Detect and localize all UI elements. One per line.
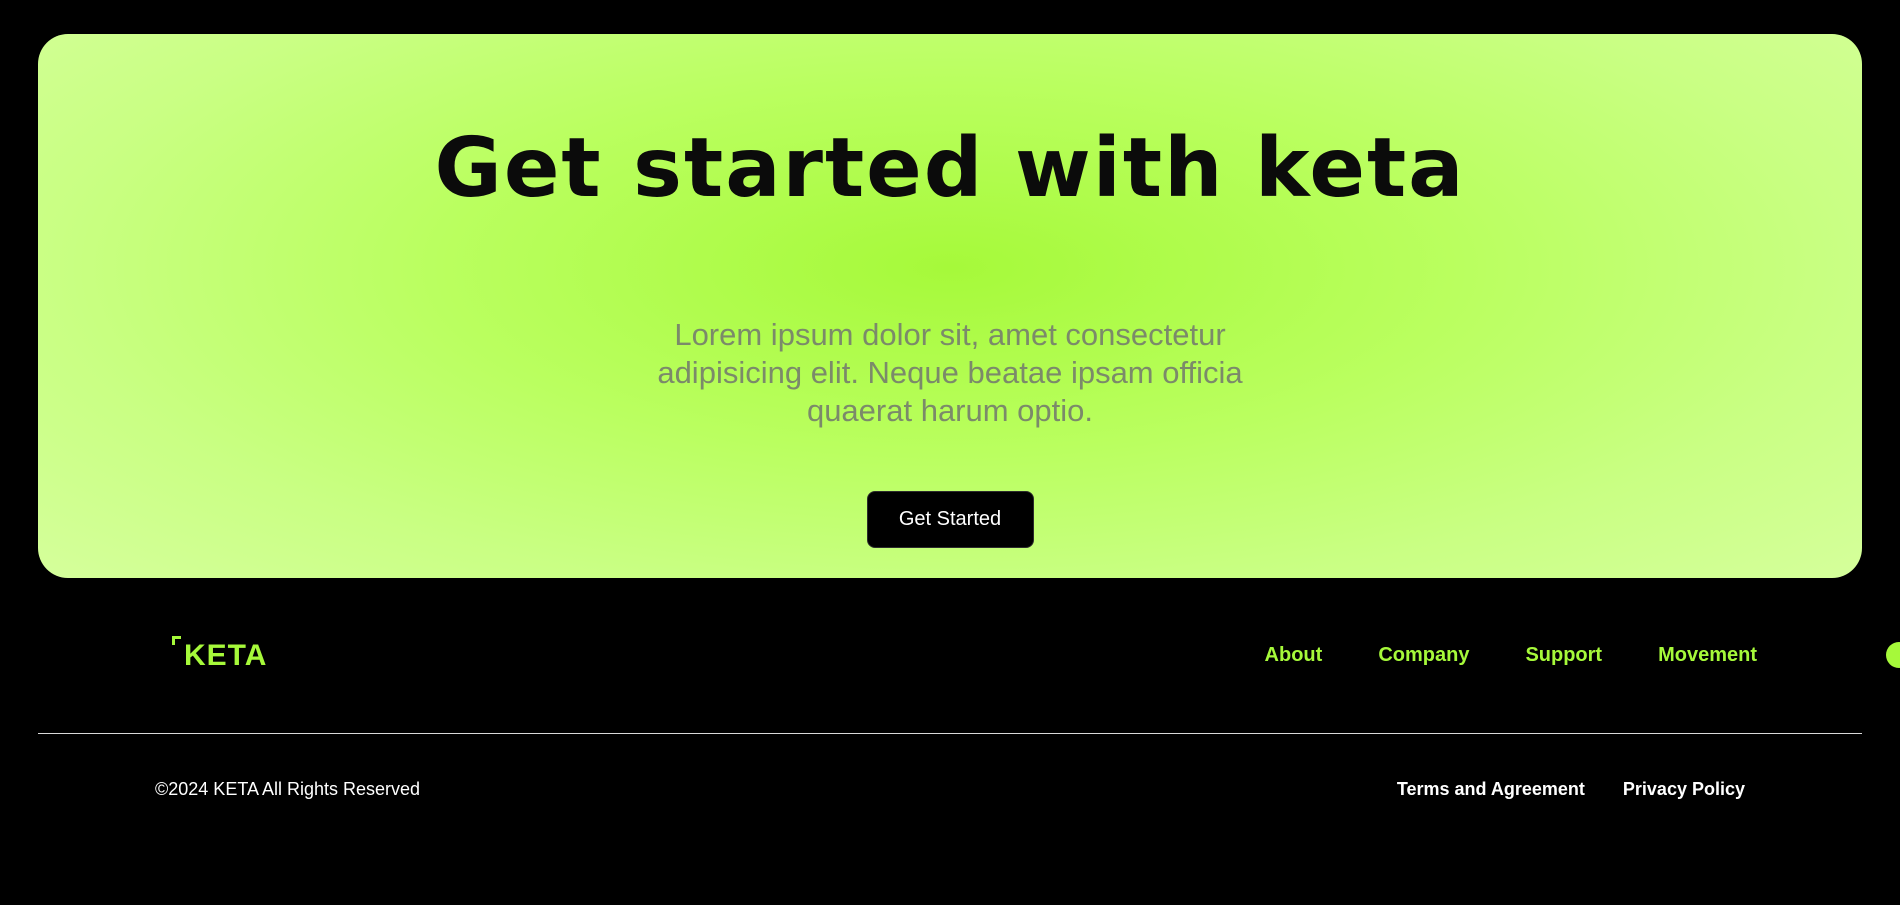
cta-banner: Get started with keta Lorem ipsum dolor …	[38, 34, 1862, 578]
legal-links: Terms and Agreement Privacy Policy	[1397, 779, 1745, 800]
logo-text: KETA	[184, 639, 268, 672]
nav-link-support[interactable]: Support	[1525, 644, 1602, 667]
cta-title: Get started with keta	[434, 121, 1466, 216]
footer-top: KETA About Company Support Movement	[0, 620, 1900, 692]
copyright-text: ©2024 KETA All Rights Reserved	[155, 779, 421, 799]
get-started-button[interactable]: Get Started	[866, 491, 1034, 549]
page: Get started with keta Lorem ipsum dolor …	[0, 0, 1900, 905]
corner-bracket-icon	[172, 636, 181, 645]
nav-link-company[interactable]: Company	[1378, 644, 1469, 667]
footer-divider	[38, 733, 1862, 734]
privacy-policy-link[interactable]: Privacy Policy	[1623, 779, 1745, 800]
footer-logo[interactable]: KETA	[172, 636, 268, 673]
terms-link[interactable]: Terms and Agreement	[1397, 779, 1585, 800]
footer-nav: About Company Support Movement	[1265, 644, 1757, 667]
nav-link-movement[interactable]: Movement	[1658, 644, 1757, 667]
cta-description: Lorem ipsum dolor sit, amet consectetur …	[657, 317, 1243, 429]
nav-link-about[interactable]: About	[1265, 644, 1323, 667]
